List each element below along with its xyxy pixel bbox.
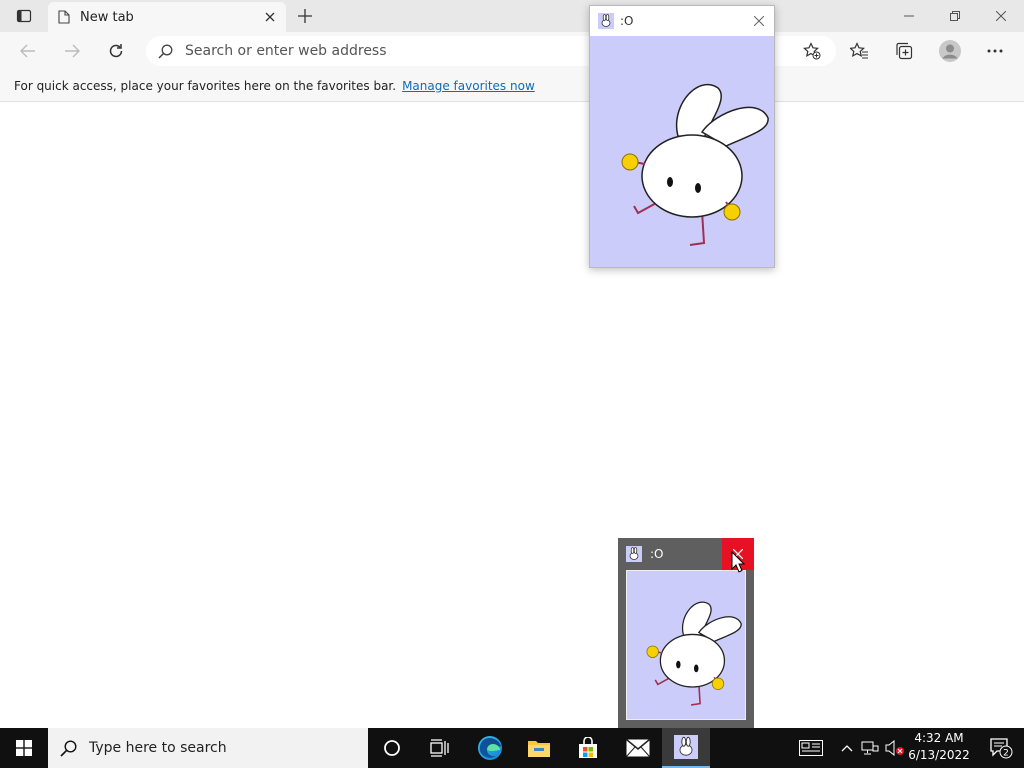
favorites-button[interactable] bbox=[843, 37, 875, 65]
avatar-icon bbox=[939, 40, 961, 62]
task-view-icon bbox=[430, 739, 449, 757]
add-favorite-button[interactable] bbox=[796, 37, 828, 65]
edge-taskbar-button[interactable] bbox=[466, 728, 514, 768]
favorites-bar-hint: For quick access, place your favorites h… bbox=[14, 78, 397, 93]
task-view-button[interactable] bbox=[416, 728, 464, 768]
bunny-app-icon bbox=[598, 13, 614, 29]
bunny-app-taskbar-button[interactable] bbox=[662, 728, 710, 768]
app-window-title: :O bbox=[620, 14, 634, 28]
network-button[interactable] bbox=[860, 728, 880, 768]
news-widget-button[interactable] bbox=[796, 728, 826, 768]
tab-new-tab[interactable]: New tab bbox=[48, 2, 286, 32]
search-icon bbox=[158, 44, 173, 59]
close-window-button[interactable] bbox=[978, 0, 1024, 32]
refresh-icon bbox=[109, 44, 123, 58]
more-icon bbox=[987, 49, 1003, 53]
tab-title: New tab bbox=[80, 9, 134, 25]
chevron-up-icon bbox=[841, 745, 853, 752]
store-icon bbox=[579, 737, 597, 758]
settings-more-button[interactable] bbox=[979, 37, 1011, 65]
close-icon bbox=[265, 12, 275, 22]
notification-icon: 2 bbox=[990, 738, 1013, 759]
favorites-icon bbox=[850, 42, 868, 59]
collections-icon bbox=[896, 42, 913, 60]
edge-icon bbox=[478, 736, 502, 760]
plus-icon bbox=[298, 9, 312, 23]
bunny-app-window[interactable]: :O bbox=[589, 5, 775, 268]
cortana-button[interactable] bbox=[368, 728, 416, 768]
app-window-canvas bbox=[590, 36, 774, 267]
clock-time: 4:32 AM bbox=[914, 731, 964, 745]
network-icon bbox=[861, 741, 879, 755]
page-icon bbox=[58, 10, 70, 24]
mouse-cursor-icon bbox=[731, 551, 745, 573]
app-window-titlebar[interactable]: :O bbox=[590, 6, 774, 36]
new-tab-button[interactable] bbox=[292, 4, 318, 28]
back-arrow-icon bbox=[20, 44, 35, 58]
mail-icon bbox=[626, 739, 650, 757]
notification-count: 2 bbox=[1003, 749, 1009, 759]
action-center-button[interactable]: 2 bbox=[978, 728, 1024, 768]
tab-strip: New tab bbox=[0, 0, 1024, 32]
minimize-button[interactable] bbox=[886, 0, 932, 32]
bunny-illustration bbox=[621, 83, 769, 246]
show-hidden-icons-button[interactable] bbox=[838, 728, 856, 768]
back-button[interactable] bbox=[12, 37, 44, 65]
tab-actions-icon bbox=[16, 9, 32, 23]
window-controls bbox=[886, 0, 1024, 32]
address-placeholder: Search or enter web address bbox=[185, 43, 387, 59]
app-window-close-button[interactable] bbox=[744, 6, 774, 36]
tab-actions-button[interactable] bbox=[0, 0, 48, 32]
browser-toolbar: Search or enter web address bbox=[0, 32, 1024, 70]
tab-close-button[interactable] bbox=[258, 5, 282, 29]
bunny-app-icon bbox=[626, 546, 642, 562]
preview-thumbnail[interactable] bbox=[626, 570, 746, 720]
restore-icon bbox=[950, 11, 960, 21]
news-icon bbox=[799, 740, 823, 756]
minimize-icon bbox=[904, 15, 914, 17]
star-add-icon bbox=[803, 42, 821, 60]
mail-taskbar-button[interactable] bbox=[614, 728, 662, 768]
system-clock[interactable]: 4:32 AM 6/13/2022 bbox=[906, 730, 972, 766]
restore-button[interactable] bbox=[932, 0, 978, 32]
refresh-button[interactable] bbox=[100, 37, 132, 65]
file-explorer-icon bbox=[528, 741, 550, 757]
favorites-bar: For quick access, place your favorites h… bbox=[0, 70, 1024, 102]
forward-arrow-icon bbox=[65, 44, 80, 58]
store-taskbar-button[interactable] bbox=[564, 728, 612, 768]
windows-logo-icon bbox=[16, 740, 32, 756]
taskbar-search-placeholder: Type here to search bbox=[89, 740, 227, 756]
collections-button[interactable] bbox=[888, 37, 920, 65]
windows-taskbar: Type here to search 4:32 AM 6/13/2022 2 bbox=[0, 728, 1024, 768]
forward-button[interactable] bbox=[56, 37, 88, 65]
bunny-illustration bbox=[646, 601, 742, 706]
close-icon bbox=[996, 11, 1006, 21]
volume-button[interactable] bbox=[884, 728, 906, 768]
clock-date: 6/13/2022 bbox=[908, 748, 970, 762]
close-icon bbox=[754, 16, 764, 26]
manage-favorites-link[interactable]: Manage favorites now bbox=[402, 79, 535, 93]
cortana-icon bbox=[384, 740, 400, 756]
search-icon bbox=[60, 739, 77, 757]
start-button[interactable] bbox=[0, 728, 48, 768]
file-explorer-taskbar-button[interactable] bbox=[515, 728, 563, 768]
taskbar-search-box[interactable]: Type here to search bbox=[48, 728, 368, 768]
profile-button[interactable] bbox=[934, 37, 966, 65]
bunny-app-icon bbox=[674, 735, 698, 759]
volume-muted-icon bbox=[885, 740, 904, 756]
